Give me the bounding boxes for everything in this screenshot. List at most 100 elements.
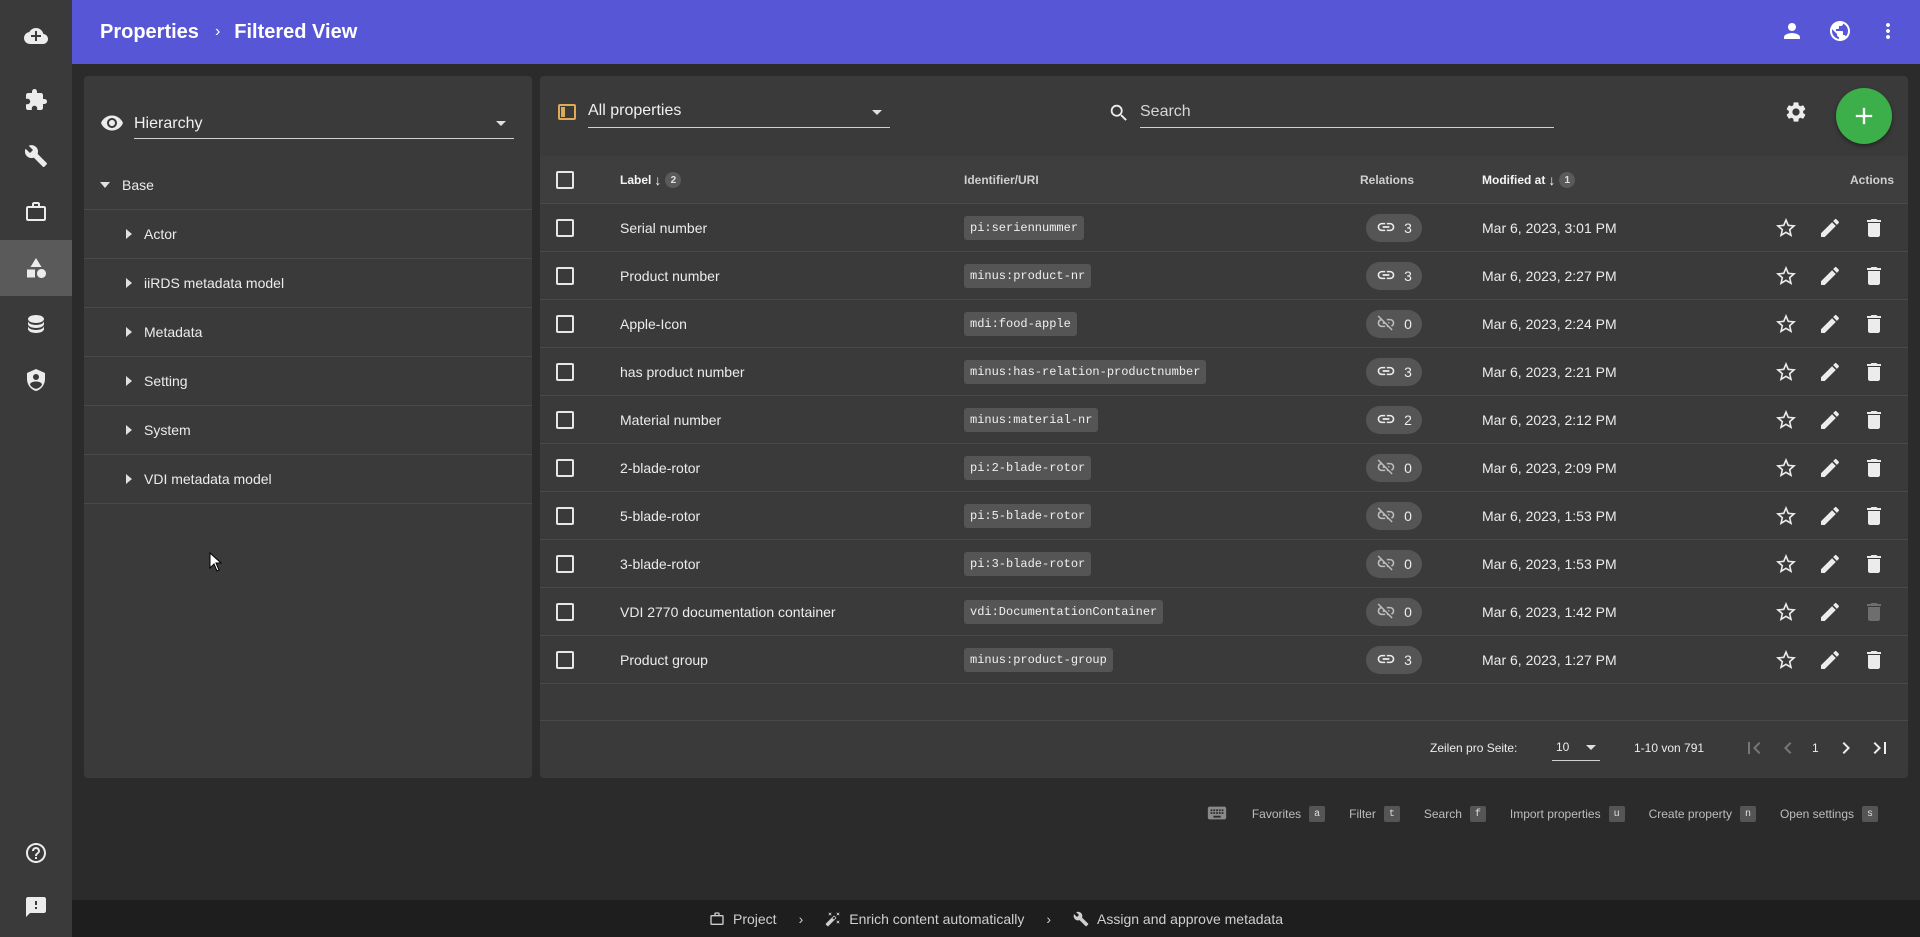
- relations-chip[interactable]: 0: [1366, 550, 1422, 578]
- delete-icon[interactable]: [1862, 312, 1886, 336]
- star-icon[interactable]: [1774, 264, 1798, 288]
- view-select-field[interactable]: Hierarchy: [134, 109, 514, 139]
- row-label[interactable]: has product number: [620, 348, 745, 396]
- row-label[interactable]: Serial number: [620, 204, 707, 252]
- row-label[interactable]: Material number: [620, 396, 721, 444]
- star-icon[interactable]: [1774, 456, 1798, 480]
- table-row[interactable]: Serial number pi:seriennummer 3 Mar 6, 2023…: [540, 204, 1908, 252]
- expand-more-icon[interactable]: [126, 278, 132, 288]
- delete-icon[interactable]: [1862, 408, 1886, 432]
- row-label[interactable]: Apple-Icon: [620, 300, 687, 348]
- delete-icon[interactable]: [1862, 552, 1886, 576]
- last-page-icon[interactable]: [1868, 736, 1892, 760]
- row-checkbox[interactable]: [556, 363, 574, 381]
- table-row[interactable]: has product number minus:has-relation-pro…: [540, 348, 1908, 396]
- briefcase-icon[interactable]: [0, 184, 72, 240]
- row-checkbox[interactable]: [556, 411, 574, 429]
- tree-node-system[interactable]: System: [84, 406, 532, 455]
- next-page-icon[interactable]: [1834, 736, 1858, 760]
- relations-chip[interactable]: 3: [1366, 214, 1422, 242]
- edit-icon[interactable]: [1818, 408, 1842, 432]
- expand-more-icon[interactable]: [126, 376, 132, 386]
- breadcrumb-properties[interactable]: Properties: [100, 21, 199, 44]
- relations-chip[interactable]: 0: [1366, 454, 1422, 482]
- row-label[interactable]: 3-blade-rotor: [620, 540, 700, 588]
- row-label[interactable]: Product group: [620, 636, 708, 684]
- help-icon[interactable]: [0, 825, 72, 881]
- star-icon[interactable]: [1774, 408, 1798, 432]
- row-label[interactable]: 2-blade-rotor: [620, 444, 700, 492]
- expand-more-icon[interactable]: [126, 425, 132, 435]
- table-row[interactable]: VDI 2770 documentation container vdi:Docu…: [540, 588, 1908, 636]
- feedback-icon[interactable]: [0, 879, 72, 935]
- edit-icon[interactable]: [1818, 312, 1842, 336]
- row-checkbox[interactable]: [556, 603, 574, 621]
- rows-per-page-select[interactable]: 10: [1552, 733, 1600, 761]
- star-icon[interactable]: [1774, 648, 1798, 672]
- workflow-step-enrich[interactable]: Enrich content automatically: [825, 911, 1024, 927]
- wrench-icon[interactable]: [0, 128, 72, 184]
- tree-node-base[interactable]: Base: [84, 161, 532, 210]
- star-icon[interactable]: [1774, 216, 1798, 240]
- star-icon[interactable]: [1774, 312, 1798, 336]
- star-icon[interactable]: [1774, 504, 1798, 528]
- edit-icon[interactable]: [1818, 504, 1842, 528]
- delete-icon[interactable]: [1862, 216, 1886, 240]
- tree-node-setting[interactable]: Setting: [84, 357, 532, 406]
- relations-chip[interactable]: 0: [1366, 598, 1422, 626]
- tree-node-metadata[interactable]: Metadata: [84, 308, 532, 357]
- workflow-step-assign[interactable]: Assign and approve metadata: [1073, 911, 1283, 927]
- expand-more-icon[interactable]: [126, 327, 132, 337]
- edit-icon[interactable]: [1818, 264, 1842, 288]
- edit-icon[interactable]: [1818, 600, 1842, 624]
- column-header-identifier[interactable]: Identifier/URI: [964, 156, 1039, 204]
- relations-chip[interactable]: 2: [1366, 406, 1422, 434]
- row-checkbox[interactable]: [556, 507, 574, 525]
- delete-icon[interactable]: [1862, 648, 1886, 672]
- cloud-add-icon[interactable]: [0, 8, 72, 64]
- tree-node-vdi[interactable]: VDI metadata model: [84, 455, 532, 504]
- row-checkbox[interactable]: [556, 315, 574, 333]
- delete-icon[interactable]: [1862, 360, 1886, 384]
- tree-node-iirds[interactable]: iiRDS metadata model: [84, 259, 532, 308]
- row-checkbox[interactable]: [556, 219, 574, 237]
- expand-less-icon[interactable]: [100, 182, 110, 188]
- delete-icon[interactable]: [1862, 264, 1886, 288]
- row-checkbox[interactable]: [556, 267, 574, 285]
- table-row[interactable]: 5-blade-rotor pi:5-blade-rotor 0 Mar 6, 202…: [540, 492, 1908, 540]
- row-label[interactable]: 5-blade-rotor: [620, 492, 700, 540]
- row-label[interactable]: Product number: [620, 252, 720, 300]
- column-header-relations[interactable]: Relations: [1360, 156, 1414, 204]
- table-row[interactable]: Product number minus:product-nr 3 Mar 6, 20…: [540, 252, 1908, 300]
- previous-page-icon[interactable]: [1776, 736, 1800, 760]
- puzzle-icon[interactable]: [0, 72, 72, 128]
- gear-icon[interactable]: [1784, 100, 1808, 127]
- relations-chip[interactable]: 3: [1366, 358, 1422, 386]
- row-checkbox[interactable]: [556, 459, 574, 477]
- table-row[interactable]: Apple-Icon mdi:food-apple 0 Mar 6, 2023, 2:…: [540, 300, 1908, 348]
- edit-icon[interactable]: [1818, 456, 1842, 480]
- delete-icon[interactable]: [1862, 504, 1886, 528]
- relations-chip[interactable]: 0: [1366, 310, 1422, 338]
- tree-node-actor[interactable]: Actor: [84, 210, 532, 259]
- shield-account-icon[interactable]: [0, 352, 72, 408]
- view-select[interactable]: Hierarchy: [100, 104, 514, 144]
- table-row[interactable]: 3-blade-rotor pi:3-blade-rotor 0 Mar 6, 202…: [540, 540, 1908, 588]
- relations-chip[interactable]: 0: [1366, 502, 1422, 530]
- filter-select[interactable]: All properties: [588, 98, 890, 128]
- row-checkbox[interactable]: [556, 651, 574, 669]
- star-icon[interactable]: [1774, 360, 1798, 384]
- relations-chip[interactable]: 3: [1366, 262, 1422, 290]
- search-field[interactable]: [1140, 98, 1554, 128]
- search-input[interactable]: [1140, 98, 1554, 126]
- shapes-icon[interactable]: [0, 240, 72, 296]
- globe-icon[interactable]: [1828, 19, 1852, 46]
- delete-icon[interactable]: [1862, 456, 1886, 480]
- column-header-label[interactable]: Label ↓ 2: [620, 156, 682, 204]
- first-page-icon[interactable]: [1742, 736, 1766, 760]
- table-row[interactable]: Material number minus:material-nr 2 Mar 6, …: [540, 396, 1908, 444]
- add-property-button[interactable]: [1836, 88, 1892, 144]
- star-icon[interactable]: [1774, 552, 1798, 576]
- edit-icon[interactable]: [1818, 360, 1842, 384]
- row-label[interactable]: VDI 2770 documentation container: [620, 588, 836, 636]
